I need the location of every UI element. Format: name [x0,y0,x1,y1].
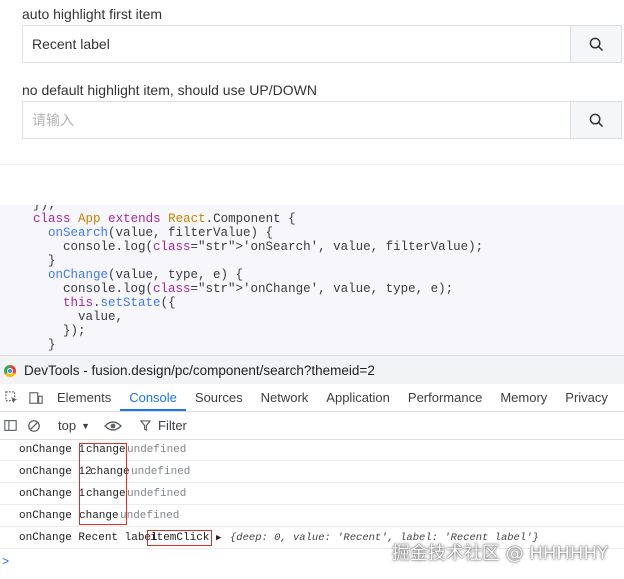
code-block: }); class App extends React.Component { … [0,205,624,355]
filter-icon [140,420,151,431]
divider [0,164,624,165]
tab-elements[interactable]: Elements [48,384,120,411]
search-box-1: Recent label [22,25,622,63]
code-line: class App extends React.Component { [33,212,296,226]
search-button-2[interactable] [570,102,621,138]
code-line: console.log(class="str">'onChange', valu… [33,282,454,296]
code-line: console.log(class="str">'onSearch', valu… [33,240,484,254]
code-line: this.setState({ [63,296,176,310]
console-prompt[interactable]: > [2,555,9,569]
code-line: }); [33,324,86,338]
devtools-title-bar: DevTools - fusion.design/pc/component/se… [0,355,624,385]
context-selector[interactable]: top ▼ [58,418,90,433]
highlight-box: itemClick [147,530,213,546]
code-line: value, [33,310,124,324]
expand-triangle-icon[interactable]: ▶ [216,533,221,543]
watermark: 掘金技术社区 @ HHHHHY [391,543,608,564]
eye-icon[interactable] [104,420,122,432]
sidebar-toggle-icon[interactable] [0,419,20,432]
device-toolbar-icon[interactable] [24,384,48,411]
tab-performance[interactable]: Performance [399,384,491,411]
section2-label: no default highlight item, should use UP… [22,82,317,98]
tab-memory[interactable]: Memory [491,384,556,411]
search-input-2[interactable]: 请输入 [23,102,570,138]
code-line: onSearch(value, filterValue) { [48,226,274,240]
context-label: top [58,418,77,433]
tab-network[interactable]: Network [252,384,318,411]
inspect-element-icon[interactable] [0,384,24,411]
search-icon [589,37,603,51]
devtools-title: DevTools - fusion.design/pc/component/se… [24,363,375,378]
search-input-1[interactable]: Recent label [23,26,570,62]
filter-control[interactable]: Filter [140,418,187,433]
tab-application[interactable]: Application [317,384,399,411]
highlight-box [79,443,127,525]
tab-console[interactable]: Console [120,384,186,411]
section1-label: auto highlight first item [22,6,163,22]
console-toolbar: top ▼ Filter [0,412,624,440]
devtools-tabs: Elements Console Sources Network Applica… [0,384,624,412]
dropdown-arrow-icon: ▼ [81,420,90,431]
tab-privacy[interactable]: Privacy [556,384,617,411]
code-line: } [33,338,56,352]
search-box-2: 请输入 [22,101,622,139]
clear-console-icon[interactable] [20,419,48,433]
code-line: }); [33,205,56,212]
filter-label: Filter [158,418,187,433]
search-icon [589,113,603,127]
search-button-1[interactable] [570,26,621,62]
code-line: } [33,254,56,268]
tab-sources[interactable]: Sources [186,384,252,411]
chrome-logo-icon [4,364,16,377]
code-line: onChange(value, type, e) { [48,268,244,282]
